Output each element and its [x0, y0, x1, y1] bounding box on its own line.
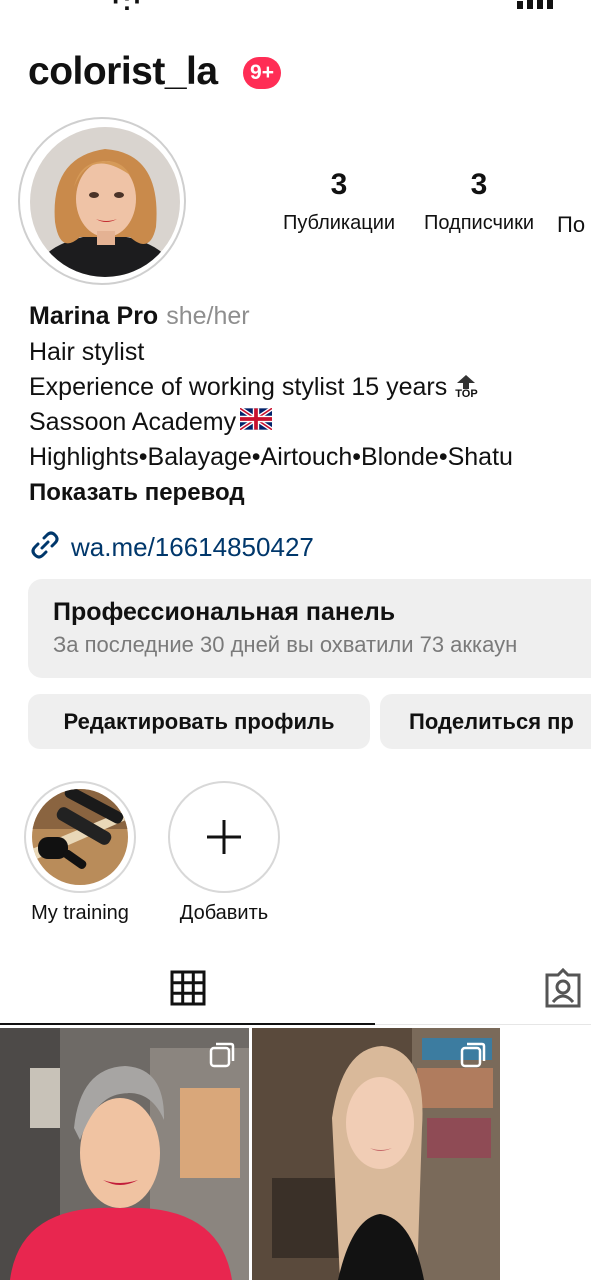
- plus-icon: [205, 818, 243, 861]
- stat-followers-label: Подписчики: [423, 212, 535, 234]
- edit-profile-button[interactable]: Редактировать профиль: [28, 694, 370, 749]
- top-badge-text: TOP: [455, 388, 478, 400]
- avatar[interactable]: [30, 127, 180, 277]
- highlight-label: My training: [31, 902, 129, 924]
- profile-username[interactable]: colorist_la: [28, 50, 218, 94]
- bio-line-3: Sassoon Academy: [29, 406, 274, 437]
- multiple-posts-icon: [209, 1042, 235, 1073]
- bio-name-row: Marina Pro she/her: [29, 302, 250, 331]
- stat-posts[interactable]: 3 Публикации: [276, 168, 402, 235]
- bio-line-1: Hair stylist: [29, 338, 145, 366]
- stat-followers[interactable]: 3 Подписчики: [416, 168, 542, 235]
- stat-followers-count: 3: [470, 168, 488, 201]
- top-arrow-icon: TOP: [455, 375, 478, 400]
- active-tab-indicator: [0, 1023, 375, 1025]
- bio-line-2: Experience of working stylist 15 years T…: [29, 373, 478, 402]
- share-profile-button[interactable]: Поделиться пр: [380, 694, 591, 749]
- post-thumbnail[interactable]: [0, 1028, 249, 1280]
- stat-following[interactable]: По: [557, 168, 591, 238]
- pro-panel-subtitle: За последние 30 дней вы охватили 73 акка…: [53, 632, 518, 657]
- multiple-posts-icon: [460, 1042, 486, 1073]
- link-text[interactable]: wa.me/16614850427: [71, 532, 314, 563]
- uk-flag-icon: [238, 406, 274, 437]
- signal-icon: [517, 0, 557, 14]
- grid-icon[interactable]: [170, 970, 206, 1011]
- bio-link[interactable]: wa.me/16614850427: [29, 529, 314, 566]
- tab-divider: [375, 1024, 591, 1025]
- status-bar-time: ·:·: [112, 0, 144, 16]
- stat-following-label: По: [557, 212, 586, 237]
- pro-panel-title: Профессиональная панель: [53, 598, 396, 626]
- bio-line-2-text: Experience of working stylist 15 years: [29, 373, 448, 401]
- notification-badge[interactable]: 9+: [243, 57, 281, 89]
- add-highlight-label: Добавить: [179, 902, 269, 924]
- tagged-person-icon[interactable]: [543, 967, 583, 1013]
- show-translation-button[interactable]: Показать перевод: [29, 479, 245, 507]
- professional-dashboard-panel[interactable]: [28, 579, 591, 678]
- pronouns: she/her: [166, 302, 250, 330]
- post-thumbnail[interactable]: [252, 1028, 500, 1280]
- bio-line-3-text: Sassoon Academy: [29, 408, 237, 436]
- highlight-cover-image[interactable]: [32, 789, 128, 885]
- link-icon: [29, 529, 61, 566]
- stat-following-count: [557, 168, 591, 208]
- stat-posts-count: 3: [330, 168, 348, 201]
- stat-posts-label: Публикации: [282, 212, 396, 234]
- bio-line-4: Highlights•Balayage•Airtouch•Blonde•Shat…: [29, 443, 513, 471]
- display-name: Marina Pro: [29, 302, 159, 330]
